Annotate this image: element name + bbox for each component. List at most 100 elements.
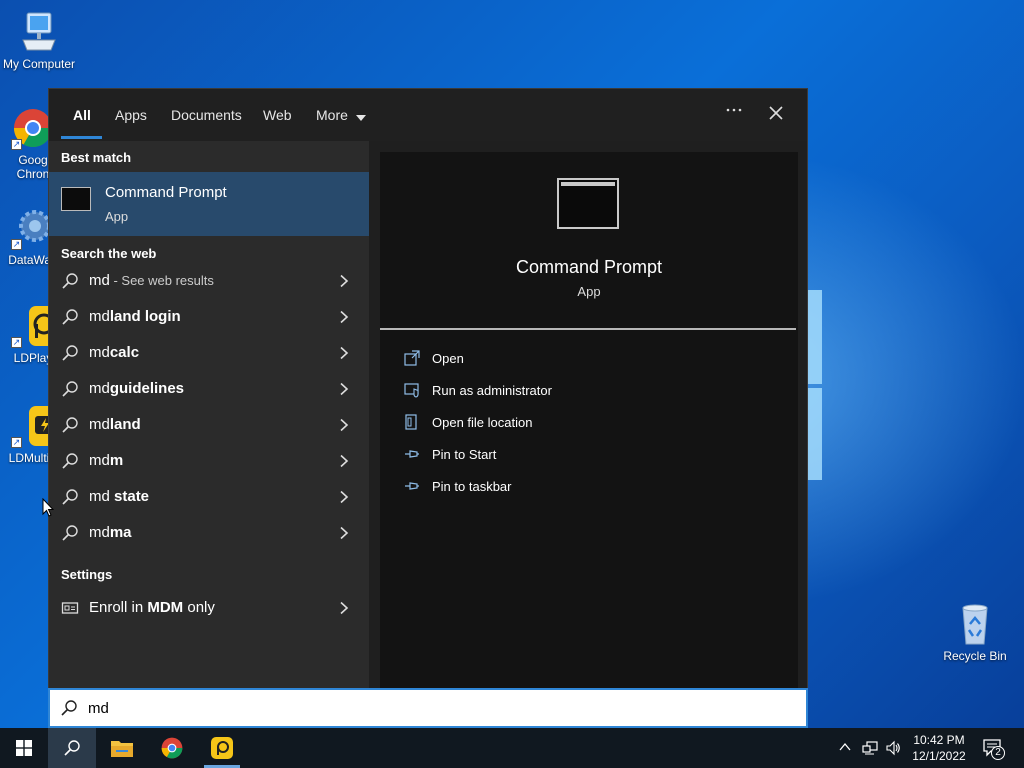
chevron-right-icon[interactable] <box>337 454 351 468</box>
web-result-item[interactable]: mdma <box>49 515 369 551</box>
shortcut-arrow-icon: ↗ <box>11 239 22 250</box>
web-result-query: md <box>89 344 110 361</box>
web-result-suggestion: calc <box>109 344 140 361</box>
taskbar-ldplayer[interactable] <box>198 728 246 768</box>
best-match-type: App <box>105 209 129 224</box>
preview-divider <box>380 328 796 330</box>
web-result-query: md <box>89 488 110 505</box>
ellipsis-icon[interactable] <box>725 101 743 124</box>
taskbar-search-button[interactable] <box>48 728 96 768</box>
web-result-hint: - See web results <box>109 273 214 288</box>
tab-apps[interactable]: Apps <box>115 107 147 123</box>
search-tabs: All Apps Documents Web More <box>49 89 807 141</box>
action-pin-to-taskbar[interactable]: Pin to taskbar <box>404 476 704 498</box>
web-result-suggestion: m <box>109 452 124 469</box>
web-result-suggestion: guidelines <box>109 380 185 397</box>
web-result-item[interactable]: md state <box>49 479 369 515</box>
web-result-item[interactable]: mdcalc <box>49 335 369 371</box>
clock[interactable]: 10:42 PM 12/1/2022 <box>906 732 972 764</box>
chevron-down-icon <box>355 108 366 124</box>
notifications-icon[interactable]: 2 <box>982 738 1005 761</box>
shortcut-arrow-icon: ↗ <box>11 337 22 348</box>
web-result-item[interactable]: mdland login <box>49 299 369 335</box>
file-location-icon <box>404 414 420 430</box>
command-prompt-icon <box>61 187 91 211</box>
command-prompt-large-icon <box>557 178 619 229</box>
web-result-query: md <box>89 416 110 433</box>
search-input[interactable] <box>88 697 788 719</box>
best-match-item[interactable]: Command Prompt App <box>49 172 369 236</box>
settings-item-text: Enroll in <box>89 599 148 616</box>
chevron-right-icon[interactable] <box>337 418 351 432</box>
search-icon <box>61 308 79 326</box>
best-match-heading: Best match <box>61 150 132 165</box>
tab-all[interactable]: All <box>73 107 91 123</box>
web-result-query: md <box>89 308 110 325</box>
ldplayer-icon <box>211 737 233 759</box>
search-icon <box>61 272 79 290</box>
search-icon <box>60 699 78 717</box>
tab-more[interactable]: More <box>316 107 366 124</box>
search-icon <box>61 452 79 470</box>
tab-web[interactable]: Web <box>263 107 292 123</box>
volume-icon[interactable] <box>885 740 901 759</box>
clock-date: 12/1/2022 <box>912 749 966 763</box>
web-result-query: md <box>89 524 110 541</box>
close-icon[interactable] <box>768 105 784 126</box>
desktop-icon-my-computer[interactable]: My Computer <box>0 10 78 71</box>
settings-id-card-icon <box>61 599 79 617</box>
settings-item-enroll-mdm[interactable]: Enroll in MDM only <box>49 590 369 626</box>
desktop-icon-recycle-bin[interactable]: Recycle Bin <box>936 602 1014 663</box>
chevron-right-icon[interactable] <box>337 346 351 360</box>
chevron-right-icon[interactable] <box>337 490 351 504</box>
desktop-icon-label: LDPlay <box>13 351 53 365</box>
web-result-item[interactable]: mdm <box>49 443 369 479</box>
web-result-suggestion: land <box>109 416 141 433</box>
web-result-suggestion: state <box>109 488 150 505</box>
search-icon <box>61 488 79 506</box>
web-result-item[interactable]: mdland <box>49 407 369 443</box>
desktop-icon-label: Goog Chron <box>16 153 50 181</box>
search-icon <box>61 380 79 398</box>
pin-icon <box>404 478 420 494</box>
open-icon <box>404 350 420 366</box>
chevron-right-icon[interactable] <box>337 526 351 540</box>
search-icon <box>61 416 79 434</box>
start-button[interactable] <box>0 728 48 768</box>
network-icon[interactable] <box>862 740 878 759</box>
preview-pane: Command Prompt App Open Run as administr… <box>380 152 798 688</box>
action-pin-to-start[interactable]: Pin to Start <box>404 444 704 466</box>
tab-documents[interactable]: Documents <box>171 107 242 123</box>
search-box[interactable] <box>48 688 808 728</box>
action-open[interactable]: Open <box>404 348 704 370</box>
tab-more-label: More <box>316 107 348 123</box>
taskbar-chrome[interactable] <box>148 728 196 768</box>
settings-item-bold: MDM <box>147 599 184 616</box>
recycle-bin-icon <box>953 602 997 646</box>
action-open-file-location[interactable]: Open file location <box>404 412 704 434</box>
results-list: Best match Command Prompt App Search the… <box>49 141 369 688</box>
action-label: Open <box>432 351 464 366</box>
chevron-up-icon[interactable] <box>838 740 852 757</box>
web-result-query: md <box>89 272 110 289</box>
action-run-as-administrator[interactable]: Run as administrator <box>404 380 704 402</box>
windows-icon <box>16 740 32 756</box>
action-label: Pin to Start <box>432 447 497 462</box>
action-label: Open file location <box>432 415 533 430</box>
web-result-suggestion: land login <box>109 308 181 325</box>
shield-icon <box>404 382 420 398</box>
search-icon <box>61 524 79 542</box>
best-match-name: Command Prompt <box>105 184 227 201</box>
clock-time: 10:42 PM <box>913 733 965 747</box>
chevron-right-icon[interactable] <box>337 382 351 396</box>
chevron-right-icon[interactable] <box>337 601 351 615</box>
web-result-item[interactable]: md - See web results <box>49 263 369 299</box>
web-result-query: md <box>89 380 110 397</box>
taskbar-file-explorer[interactable] <box>98 728 146 768</box>
action-label: Pin to taskbar <box>432 479 512 494</box>
shortcut-arrow-icon: ↗ <box>11 139 22 150</box>
chevron-right-icon[interactable] <box>337 274 351 288</box>
active-tab-indicator <box>61 136 102 139</box>
chevron-right-icon[interactable] <box>337 310 351 324</box>
web-result-item[interactable]: mdguidelines <box>49 371 369 407</box>
